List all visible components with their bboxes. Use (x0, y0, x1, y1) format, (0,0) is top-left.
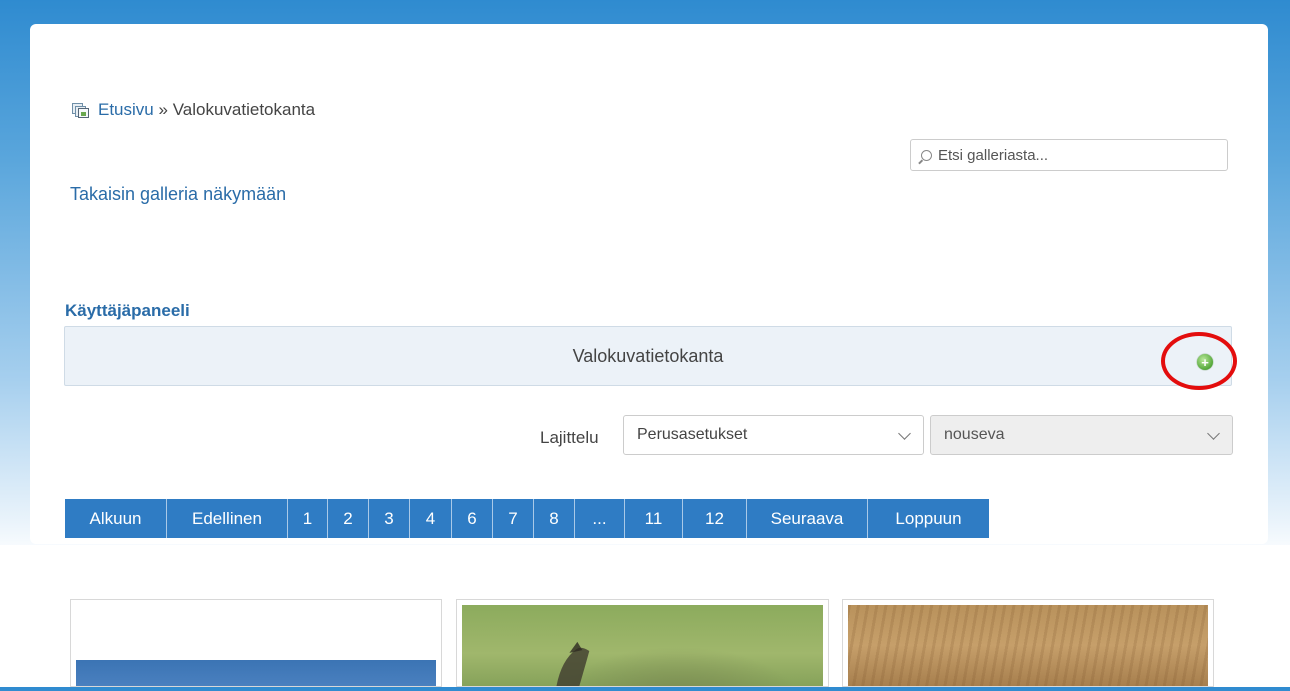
breadcrumb-home-link[interactable]: Etusivu (98, 100, 154, 120)
sort-order-value: nouseva (944, 426, 1005, 443)
breadcrumb: Etusivu » Valokuvatietokanta (72, 100, 315, 120)
thumbnail-image (848, 605, 1208, 686)
page-next[interactable]: Seuraava (747, 499, 868, 538)
page-11[interactable]: 11 (625, 499, 683, 538)
page-1[interactable]: 1 (288, 499, 328, 538)
back-to-gallery-link[interactable]: Takaisin galleria näkymään (70, 184, 286, 205)
add-icon[interactable]: + (1197, 354, 1213, 370)
user-panel-heading: Käyttäjäpaneeli (65, 301, 190, 320)
search-placeholder: Etsi galleriasta... (938, 146, 1049, 164)
breadcrumb-current: Valokuvatietokanta (172, 100, 316, 119)
page-2[interactable]: 2 (328, 499, 369, 538)
page-12[interactable]: 12 (683, 499, 747, 538)
page-previous[interactable]: Edellinen (167, 499, 288, 538)
gallery-icon (72, 103, 89, 118)
pagination: Alkuun Edellinen 1 2 3 4 6 7 8 ... 11 12… (65, 499, 989, 538)
sort-by-select[interactable]: Perusasetukset (623, 415, 924, 455)
page-last[interactable]: Loppuun (868, 499, 989, 538)
gallery-thumbnail[interactable] (842, 599, 1214, 687)
bird-shape (556, 641, 590, 686)
search-icon (921, 149, 932, 161)
thumbnail-image (76, 660, 436, 686)
page-4[interactable]: 4 (410, 499, 452, 538)
chevron-down-icon (898, 427, 911, 440)
chevron-down-icon (1207, 427, 1220, 440)
user-panel-titlebar: Valokuvatietokanta (64, 326, 1232, 386)
user-panel-title: Valokuvatietokanta (572, 345, 724, 366)
sort-by-value: Perusasetukset (637, 426, 748, 443)
search-input[interactable]: Etsi galleriasta... (910, 139, 1228, 171)
gallery-thumbnail[interactable] (70, 599, 442, 687)
thumbnail-image (462, 605, 823, 686)
page-7[interactable]: 7 (493, 499, 534, 538)
sort-order-select[interactable]: nouseva (930, 415, 1233, 455)
page-3[interactable]: 3 (369, 499, 410, 538)
sort-label: Lajittelu (540, 428, 599, 447)
page-8[interactable]: 8 (534, 499, 575, 538)
page-6[interactable]: 6 (452, 499, 493, 538)
add-button-label: + (1201, 354, 1209, 370)
breadcrumb-separator: » (158, 100, 168, 119)
page-ellipsis: ... (575, 499, 625, 538)
gallery-thumbnail[interactable] (456, 599, 829, 687)
page-first[interactable]: Alkuun (65, 499, 167, 538)
